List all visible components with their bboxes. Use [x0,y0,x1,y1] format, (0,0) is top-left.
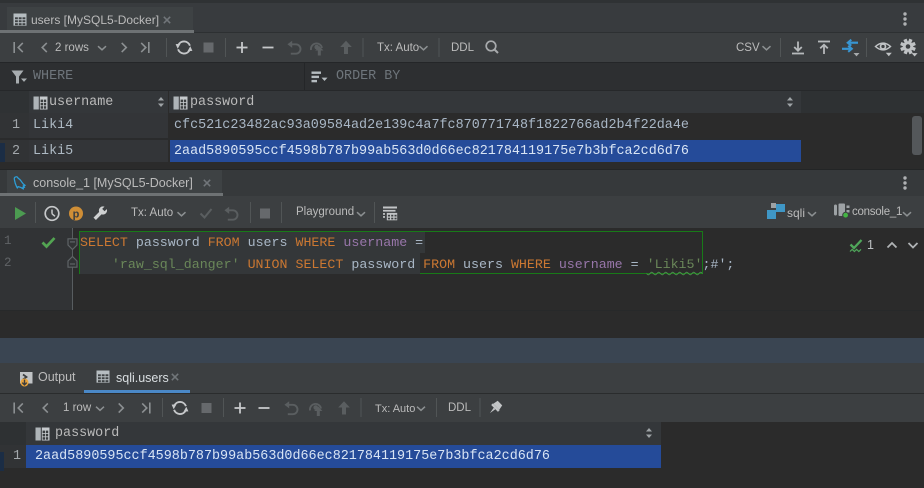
svg-text:p: p [73,208,80,220]
